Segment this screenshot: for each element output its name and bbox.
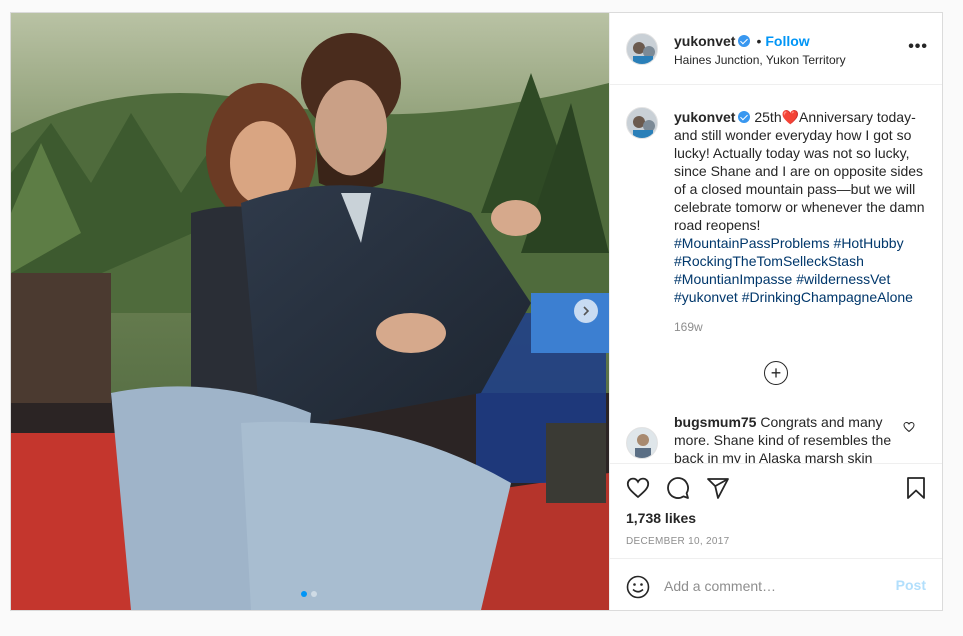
carousel-dot	[301, 591, 307, 597]
next-photo-button[interactable]	[574, 299, 598, 323]
photo-illustration	[11, 13, 609, 610]
post-card: yukonvet • Follow Haines Junction, Yukon T…	[10, 12, 943, 611]
post-photo[interactable]	[11, 13, 609, 610]
carousel-dot	[311, 591, 317, 597]
separator-bullet: •	[756, 33, 762, 49]
comment-username[interactable]: bugsmum75	[674, 414, 756, 430]
load-more-comments-button[interactable]: +	[764, 361, 788, 385]
location-link[interactable]: Haines Junction, Yukon Territory	[674, 53, 846, 67]
commenter-avatar[interactable]	[626, 427, 658, 459]
comment-icon[interactable]	[666, 476, 690, 500]
avatar-image	[627, 428, 657, 458]
hashtag-link[interactable]: #RockingTheTomSelleckStash	[674, 253, 864, 269]
comment-item: bugsmum75 Congrats and many more. Shane …	[674, 413, 899, 463]
avatar-image	[627, 34, 657, 64]
hashtag-link[interactable]: #wildernessVet	[796, 271, 890, 287]
username-link[interactable]: yukonvet	[674, 33, 735, 49]
post-comment-button[interactable]: Post	[896, 577, 926, 593]
comment-input[interactable]	[662, 573, 886, 599]
comments-section: yukonvet 25th❤️Anniversary today-and sti…	[610, 85, 942, 463]
post-actions: 1,738 likes DECEMBER 10, 2017	[610, 463, 942, 573]
caption-text: 25th❤️Anniversary today-and still wonder…	[674, 109, 925, 233]
caption-timestamp[interactable]: 169w	[674, 320, 703, 334]
verified-icon	[738, 35, 751, 47]
avatar-image	[627, 108, 657, 138]
add-comment-bar: Post	[610, 558, 942, 610]
chevron-right-icon	[583, 306, 590, 316]
share-icon[interactable]	[706, 476, 730, 500]
post-header: yukonvet • Follow Haines Junction, Yukon T…	[610, 13, 942, 85]
bookmark-icon[interactable]	[904, 476, 928, 500]
more-options-button[interactable]: •••	[908, 39, 928, 55]
like-comment-heart-icon[interactable]	[903, 421, 915, 433]
caption-avatar[interactable]	[626, 107, 658, 139]
follow-button[interactable]: Follow	[765, 33, 809, 49]
hashtag-link[interactable]: #MountainPassProblems	[674, 235, 830, 251]
header-title: yukonvet • Follow	[674, 33, 810, 49]
caption-username[interactable]: yukonvet	[674, 109, 735, 125]
likes-count[interactable]: 1,738 likes	[626, 510, 696, 526]
hashtag-link[interactable]: #MountianImpasse	[674, 271, 792, 287]
post-caption: yukonvet 25th❤️Anniversary today-and sti…	[674, 108, 926, 306]
plus-circle-icon: +	[770, 363, 782, 383]
heart-icon[interactable]	[626, 476, 650, 500]
hashtag-link[interactable]: #HotHubby	[834, 235, 904, 251]
hashtag-link[interactable]: #yukonvet	[674, 289, 738, 305]
post-date: DECEMBER 10, 2017	[626, 536, 730, 547]
hashtag-link[interactable]: #DrinkingChampagneAlone	[742, 289, 913, 305]
emoji-icon[interactable]	[626, 575, 650, 599]
avatar[interactable]	[626, 33, 658, 65]
carousel-indicator	[301, 591, 317, 597]
post-sidebar: yukonvet • Follow Haines Junction, Yukon T…	[609, 13, 942, 610]
verified-icon	[738, 111, 751, 123]
